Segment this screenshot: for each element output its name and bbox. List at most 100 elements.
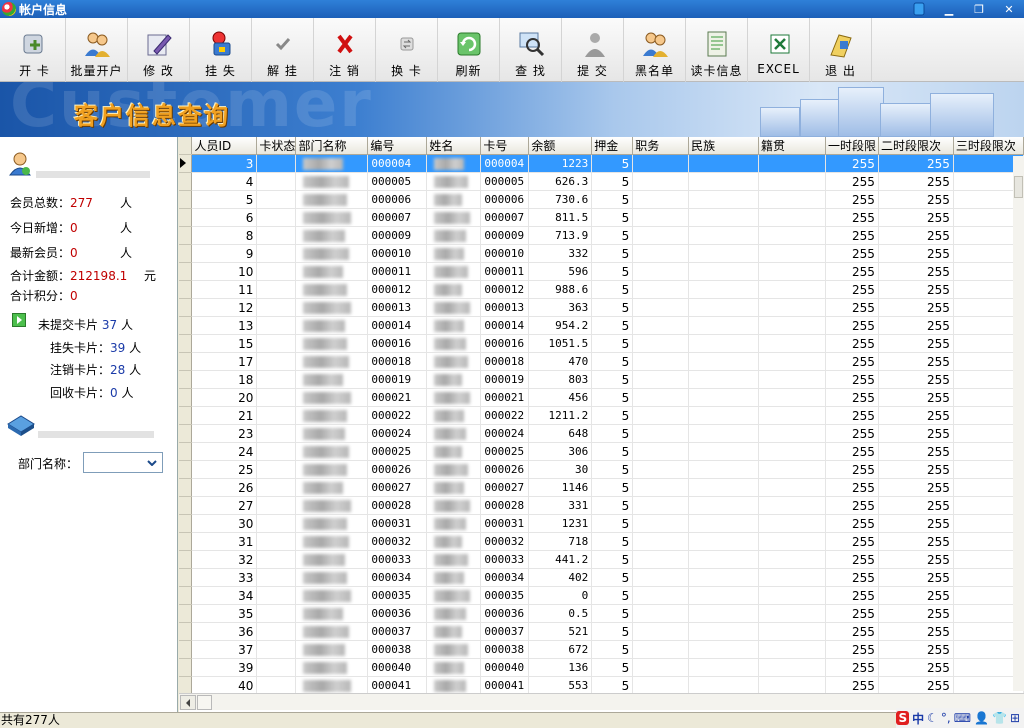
table-row[interactable]: 350000360000360.552552552 <box>179 604 1024 623</box>
table-row[interactable]: 1000001100001159652552552 <box>179 262 1024 281</box>
table-row[interactable]: 250000260000263052552552 <box>179 460 1024 479</box>
excel-button[interactable]: EXCEL <box>748 18 810 82</box>
row-indicator[interactable] <box>179 622 193 641</box>
shirt-icon[interactable]: 👕 <box>992 711 1007 725</box>
table-row[interactable]: 3000004000004122352552552 <box>179 154 1024 173</box>
row-indicator[interactable] <box>179 334 193 353</box>
table-row[interactable]: 6000007000007811.552552552 <box>179 208 1024 227</box>
row-indicator[interactable] <box>179 190 193 209</box>
table-row[interactable]: 3700003800003867252552552 <box>179 640 1024 659</box>
cancel-button[interactable]: 注 销 <box>314 18 376 82</box>
exit-button[interactable]: 退 出 <box>810 18 872 82</box>
column-header[interactable]: 一时段限 <box>825 137 879 155</box>
row-indicator[interactable] <box>179 244 193 263</box>
table-row[interactable]: 13000014000014954.252552552 <box>179 316 1024 335</box>
scroll-left-button[interactable] <box>180 695 196 710</box>
table-row[interactable]: 210000220000221211.252552552 <box>179 406 1024 425</box>
table-row[interactable]: 1700001800001847052552552 <box>179 352 1024 371</box>
grid-icon[interactable]: ⊞ <box>1010 711 1020 725</box>
table-row[interactable]: 1800001900001980352552552 <box>179 370 1024 389</box>
column-header[interactable]: 押金 <box>591 137 634 155</box>
table-row[interactable]: 2300002400002464852552552 <box>179 424 1024 443</box>
column-header[interactable]: 籍贯 <box>758 137 826 155</box>
row-indicator[interactable] <box>179 586 193 605</box>
table-row[interactable]: 34000035000035052552552 <box>179 586 1024 605</box>
column-header[interactable]: 人员ID <box>191 137 258 155</box>
table-row[interactable]: 150000160000161051.552552552 <box>179 334 1024 353</box>
row-indicator[interactable] <box>179 676 193 695</box>
table-row[interactable]: 3900004000004013652552552 <box>179 658 1024 677</box>
table-row[interactable]: 2700002800002833152552552 <box>179 496 1024 515</box>
table-row[interactable]: 3100003200003271852552552 <box>179 532 1024 551</box>
row-indicator[interactable] <box>179 352 193 371</box>
submit-button[interactable]: 提 交 <box>562 18 624 82</box>
column-header[interactable]: 卡状态 <box>256 137 297 155</box>
row-indicator[interactable] <box>179 568 193 587</box>
vertical-scroll-thumb[interactable] <box>1014 176 1023 198</box>
edit-button[interactable]: 修 改 <box>128 18 190 82</box>
minimize-button[interactable]: ▁ <box>934 0 964 18</box>
row-indicator[interactable] <box>179 406 193 425</box>
row-indicator[interactable] <box>179 226 193 245</box>
table-row[interactable]: 30000031000031123152552552 <box>179 514 1024 533</box>
column-header[interactable]: 卡号 <box>480 137 530 155</box>
row-indicator[interactable] <box>179 298 193 317</box>
table-row[interactable]: 4000005000005626.352552552 <box>179 172 1024 191</box>
row-indicator[interactable] <box>179 460 193 479</box>
horizontal-scroll-thumb[interactable] <box>197 695 212 710</box>
table-row[interactable]: 2000002100002145652552552 <box>179 388 1024 407</box>
row-indicator[interactable] <box>179 370 193 389</box>
row-indicator[interactable] <box>179 442 193 461</box>
unreport-loss-button[interactable]: 解 挂 <box>252 18 314 82</box>
row-indicator[interactable] <box>179 388 193 407</box>
row-indicator[interactable] <box>179 262 193 281</box>
table-row[interactable]: 3300003400003440252552552 <box>179 568 1024 587</box>
batch-open-button[interactable]: 批量开户 <box>66 18 128 82</box>
table-row[interactable]: 32000033000033441.252552552 <box>179 550 1024 569</box>
row-indicator[interactable] <box>179 658 193 677</box>
row-indicator[interactable] <box>179 154 193 173</box>
ime-mode[interactable]: 中 <box>912 710 924 727</box>
table-row[interactable]: 3600003700003752152552552 <box>179 622 1024 641</box>
pin-icon[interactable] <box>912 1 926 17</box>
row-indicator[interactable] <box>179 208 193 227</box>
column-header[interactable]: 民族 <box>688 137 760 155</box>
table-row[interactable]: 4000004100004155352552552 <box>179 676 1024 695</box>
row-indicator[interactable] <box>179 532 193 551</box>
sogou-icon[interactable]: S <box>896 711 910 725</box>
row-indicator[interactable] <box>179 280 193 299</box>
row-indicator[interactable] <box>179 604 193 623</box>
table-row[interactable]: 1200001300001336352552552 <box>179 298 1024 317</box>
keyboard-icon[interactable]: ⌨ <box>954 711 971 725</box>
table-row[interactable]: 5000006000006730.652552552 <box>179 190 1024 209</box>
dept-select[interactable] <box>83 452 163 473</box>
column-header[interactable]: 二时段限次 <box>878 137 954 155</box>
row-indicator[interactable] <box>179 478 193 497</box>
moon-icon[interactable]: ☾ <box>927 711 938 725</box>
vertical-scrollbar[interactable] <box>1013 156 1024 691</box>
maximize-button[interactable]: ❐ <box>964 0 994 18</box>
row-indicator[interactable] <box>179 424 193 443</box>
table-row[interactable]: 900001000001033252552552 <box>179 244 1024 263</box>
punctuation-icon[interactable]: °, <box>941 711 951 725</box>
column-header[interactable]: 职务 <box>632 137 690 155</box>
table-row[interactable]: 26000027000027114652552552 <box>179 478 1024 497</box>
table-row[interactable]: 11000012000012988.652552552 <box>179 280 1024 299</box>
row-indicator[interactable] <box>179 550 193 569</box>
find-button[interactable]: 查 找 <box>500 18 562 82</box>
row-indicator[interactable] <box>179 496 193 515</box>
user-icon[interactable]: 👤 <box>974 711 989 725</box>
table-row[interactable]: 8000009000009713.952552552 <box>179 226 1024 245</box>
replace-card-button[interactable]: 换 卡 <box>376 18 438 82</box>
account-grid[interactable]: 人员ID 卡状态 部门名称 编号 姓名 卡号 余额 押金 职务 民族 籍贯 一时段限 二时段限次 三时段限… <box>179 137 1024 712</box>
open-card-button[interactable]: 开 卡 <box>4 18 66 82</box>
row-indicator[interactable] <box>179 640 193 659</box>
column-header[interactable]: 姓名 <box>426 137 482 155</box>
blacklist-button[interactable]: 黑名单 <box>624 18 686 82</box>
table-row[interactable]: 2400002500002530652552552 <box>179 442 1024 461</box>
row-indicator[interactable] <box>179 514 193 533</box>
column-header[interactable]: 余额 <box>528 137 593 155</box>
column-header[interactable]: 部门名称 <box>295 137 369 155</box>
close-button[interactable]: ✕ <box>994 0 1024 18</box>
row-indicator[interactable] <box>179 316 193 335</box>
